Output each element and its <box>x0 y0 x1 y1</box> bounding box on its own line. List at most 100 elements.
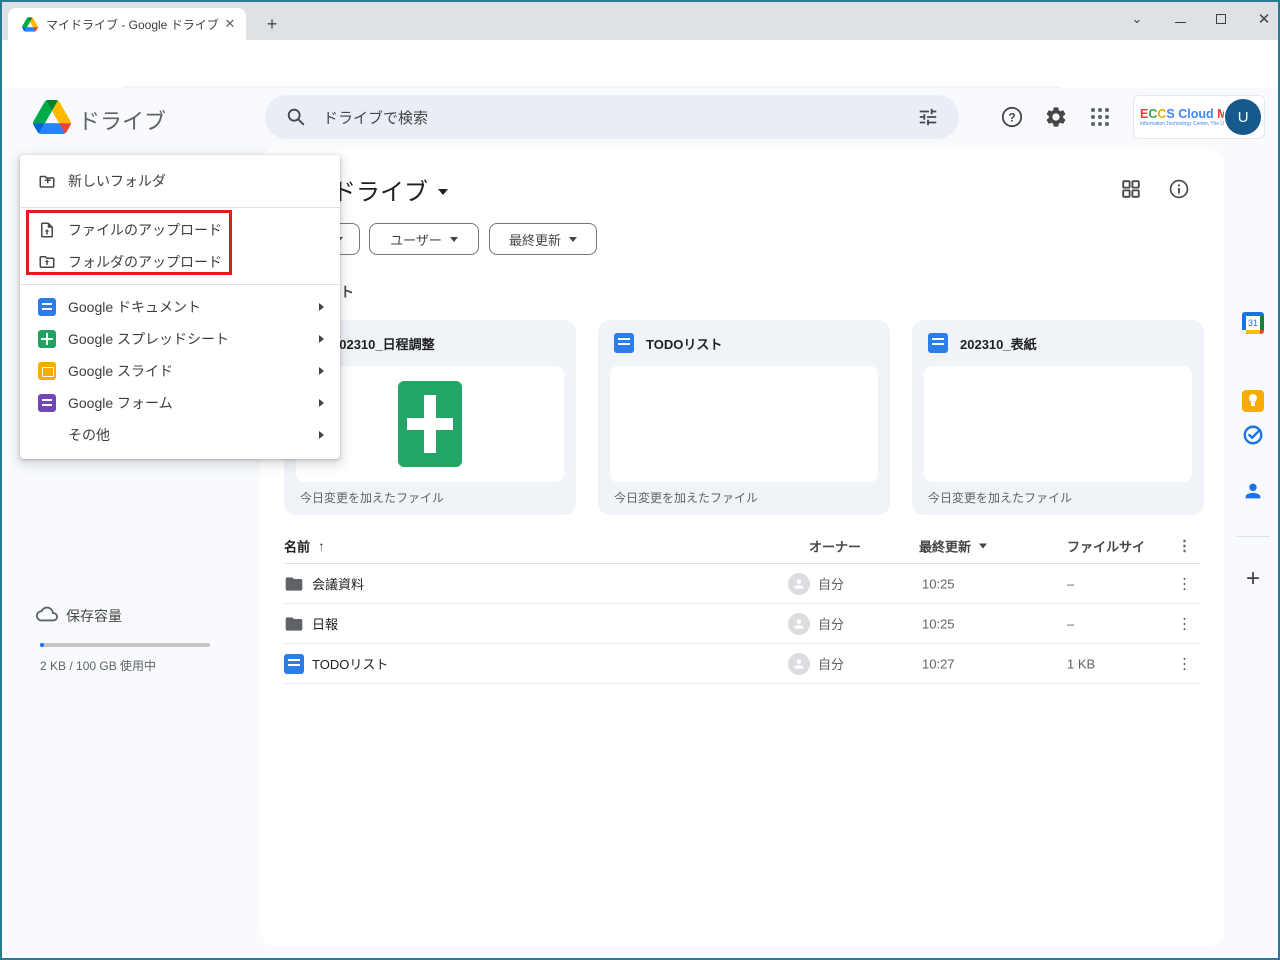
menu-item-label: フォルダのアップロード <box>68 254 222 270</box>
header-owner[interactable]: オーナー <box>809 536 861 555</box>
chevron-down-icon <box>449 236 458 242</box>
search-icon <box>287 108 305 126</box>
chevron-down-icon <box>569 236 577 242</box>
rail-divider <box>1236 536 1270 537</box>
search-placeholder: ドライブで検索 <box>323 109 429 127</box>
folder-icon <box>285 576 303 591</box>
help-icon[interactable]: ? <box>1000 105 1024 129</box>
filter-chip-people[interactable]: ユーザー <box>369 223 479 255</box>
storage-progress-bar <box>40 643 210 647</box>
main-panel: マイドライブ 種類 ユーザー 最終更新 サジェスト 202310_日程調整 今日… <box>260 148 1224 946</box>
card-title-row: TODOリスト <box>614 333 722 353</box>
filter-chip-modified[interactable]: 最終更新 <box>489 223 597 255</box>
menu-item-file-upload[interactable]: ファイルのアップロード <box>20 214 340 246</box>
window-close-icon[interactable]: ✕ <box>1256 11 1272 28</box>
browser-tab[interactable]: マイドライブ - Google ドライブ ✕ <box>8 8 246 40</box>
header-more-icon[interactable]: ⋮ <box>1177 538 1192 553</box>
keep-icon[interactable] <box>1242 390 1264 412</box>
drive-search-input[interactable]: ドライブで検索 <box>265 95 959 139</box>
file-upload-icon <box>41 222 53 238</box>
chip-label: 最終更新 <box>508 232 561 248</box>
new-folder-icon <box>39 175 55 188</box>
card-title: TODOリスト <box>646 336 723 352</box>
storage-usage-text: 2 KB / 100 GB 使用中 <box>40 659 157 673</box>
search-options-icon[interactable] <box>917 106 939 128</box>
card-title-row: 202310_表紙 <box>928 333 1037 353</box>
docs-icon <box>284 653 304 674</box>
chevron-down-icon <box>979 543 988 548</box>
menu-item-google-slides[interactable]: Google スライド <box>20 355 340 387</box>
menu-item-label: ファイルのアップロード <box>68 222 222 238</box>
app-name: ドライブ <box>78 109 167 134</box>
browser-window: マイドライブ - Google ドライブ ✕ + ⌄ ✕ drive.googl… <box>0 0 1280 960</box>
contacts-icon[interactable] <box>1242 480 1264 502</box>
owner-avatar <box>788 612 810 635</box>
menu-item-label: Google スライド <box>68 363 174 379</box>
drive-favicon <box>22 16 38 32</box>
storage-progress-fill <box>40 643 44 647</box>
slides-icon <box>38 362 56 380</box>
card-thumbnail <box>610 366 878 482</box>
tab-title: マイドライブ - Google ドライブ <box>46 17 219 32</box>
owner-avatar <box>788 652 810 675</box>
tab-close-icon[interactable]: ✕ <box>222 16 238 32</box>
header-size[interactable]: ファイルサイ <box>1067 536 1145 555</box>
menu-item-more[interactable]: その他 <box>20 419 340 451</box>
minimize-icon[interactable] <box>1175 21 1186 23</box>
settings-gear-icon[interactable] <box>1044 105 1068 129</box>
menu-item-google-docs[interactable]: Google ドキュメント <box>20 291 340 323</box>
table-row[interactable]: 日報 自分 10:25 – ⋮ <box>284 604 1200 644</box>
info-icon[interactable] <box>1168 178 1190 200</box>
submenu-arrow-icon <box>319 367 324 375</box>
menu-item-google-forms[interactable]: Google フォーム <box>20 387 340 419</box>
calendar-icon[interactable]: 31 <box>1242 312 1264 334</box>
docs-icon <box>614 333 634 353</box>
modified-time: 10:25 <box>922 616 955 631</box>
suggested-card[interactable]: 202310_表紙 今日変更を加えたファイル <box>912 320 1204 515</box>
row-more-icon[interactable]: ⋮ <box>1177 576 1192 591</box>
tab-strip: マイドライブ - Google ドライブ ✕ + ⌄ ✕ <box>2 2 1278 40</box>
apps-grid-icon[interactable] <box>1088 105 1112 129</box>
menu-item-folder-upload[interactable]: フォルダのアップロード <box>20 246 340 278</box>
header-modified[interactable]: 最終更新 <box>919 536 988 555</box>
tab-search-icon[interactable]: ⌄ <box>1129 11 1145 27</box>
maximize-icon[interactable] <box>1216 14 1226 24</box>
add-addon-icon[interactable]: + <box>1242 565 1264 592</box>
drive-avatar[interactable]: U <box>1225 99 1261 135</box>
sheets-preview-art <box>398 381 462 467</box>
storage-label[interactable]: 保存容量 <box>66 606 122 626</box>
cloud-storage-icon <box>36 606 58 622</box>
file-size: 1 KB <box>1067 656 1096 671</box>
row-more-icon[interactable]: ⋮ <box>1177 656 1192 671</box>
row-more-icon[interactable]: ⋮ <box>1177 616 1192 631</box>
submenu-arrow-icon <box>319 335 324 343</box>
header-name[interactable]: 名前 ↑ <box>284 536 325 555</box>
grid-view-toggle-icon[interactable] <box>1120 178 1142 200</box>
file-size: – <box>1067 616 1075 631</box>
menu-item-google-sheets[interactable]: Google スプレッドシート <box>20 323 340 355</box>
account-badge[interactable]: ECCS Cloud Mail Information Technology C… <box>1133 95 1265 139</box>
suggested-card[interactable]: TODOリスト 今日変更を加えたファイル <box>598 320 890 515</box>
owner-avatar <box>788 572 810 595</box>
menu-item-label: Google フォーム <box>68 395 173 411</box>
account-badge-title: ECCS Cloud Mail <box>1140 107 1224 121</box>
submenu-arrow-icon <box>319 303 324 311</box>
folder-icon <box>285 616 303 631</box>
table-row[interactable]: TODOリスト 自分 10:27 1 KB ⋮ <box>284 644 1200 684</box>
forms-icon <box>38 394 56 412</box>
table-header: 名前 ↑ オーナー 最終更新 ファイルサイ ⋮ <box>284 528 1200 564</box>
tasks-icon[interactable] <box>1242 424 1264 446</box>
drive-header: ドライブ ドライブで検索 ? ECCS Cloud Mail Informati… <box>2 88 1278 146</box>
menu-divider <box>20 284 340 285</box>
new-tab-button[interactable]: + <box>260 12 284 36</box>
window-controls: ⌄ ✕ <box>1129 2 1272 36</box>
card-caption: 今日変更を加えたファイル <box>300 491 445 505</box>
table-row[interactable]: 会議資料 自分 10:25 – ⋮ <box>284 564 1200 604</box>
owner-name: 自分 <box>818 657 845 672</box>
menu-item-new-folder[interactable]: 新しいフォルダ <box>20 161 340 201</box>
owner-name: 自分 <box>818 577 845 592</box>
menu-item-label: その他 <box>68 427 110 443</box>
card-title: 202310_表紙 <box>960 336 1037 352</box>
new-menu: 新しいフォルダ ファイルのアップロード フォルダのアップロード Google ド… <box>20 155 340 459</box>
menu-divider <box>20 207 340 208</box>
